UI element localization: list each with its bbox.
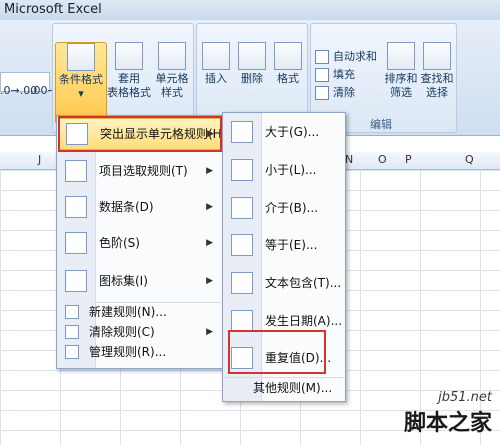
submenu-arrow-icon: ▶	[206, 238, 213, 248]
cell-style-icon	[158, 42, 186, 70]
greater-than-icon	[231, 121, 253, 143]
menu-clear-rules[interactable]: 清除规则(C) ▶	[59, 322, 219, 342]
cell-style-button[interactable]: 单元格 样式	[152, 42, 192, 100]
format-icon	[274, 42, 302, 70]
clear-button[interactable]: 清除	[315, 84, 355, 100]
insert-button[interactable]: 插入	[199, 42, 233, 86]
top-bottom-icon	[65, 160, 87, 182]
column-header-j[interactable]: J	[38, 153, 41, 166]
sigma-icon	[315, 50, 329, 64]
eraser-icon	[315, 86, 329, 100]
find-select-button[interactable]: 查找和 选择	[420, 42, 454, 100]
column-header-n[interactable]: N	[345, 153, 353, 166]
conditional-format-icon	[67, 43, 95, 71]
autosum-button[interactable]: 自动求和	[315, 48, 377, 64]
table-format-icon	[115, 42, 143, 70]
submenu-text-contains[interactable]: 文本包含(T)...	[225, 268, 343, 298]
highlight-rules-callout	[58, 116, 222, 152]
new-rule-icon	[65, 305, 79, 319]
clear-rules-icon	[65, 325, 79, 339]
menu-top-bottom-rules[interactable]: 项目选取规则(T) ▶	[59, 156, 219, 186]
between-icon	[231, 197, 253, 219]
column-header-q[interactable]: Q	[465, 153, 474, 166]
equal-to-icon	[231, 234, 253, 256]
submenu-greater-than[interactable]: 大于(G)...	[225, 117, 343, 147]
menu-color-scales[interactable]: 色阶(S) ▶	[59, 228, 219, 258]
data-bars-icon	[65, 196, 87, 218]
title-bar: Microsoft Excel	[0, 0, 500, 21]
table-format-button[interactable]: 套用 表格格式	[107, 42, 151, 100]
editing-caption: 编辑	[370, 118, 392, 131]
menu-manage-rules[interactable]: 管理规则(R)...	[59, 342, 219, 362]
column-header-o[interactable]: O	[378, 153, 387, 166]
fill-icon	[315, 68, 329, 82]
submenu-arrow-icon: ▶	[206, 202, 213, 212]
sort-icon	[387, 42, 415, 70]
submenu-more-rules[interactable]: 其他规则(M)...	[225, 377, 343, 399]
submenu-between[interactable]: 介于(B)...	[225, 193, 343, 223]
menu-data-bars[interactable]: 数据条(D) ▶	[59, 192, 219, 222]
column-header-p[interactable]: P	[405, 153, 412, 166]
manage-rules-icon	[65, 345, 79, 359]
conditional-format-button[interactable]: 条件格式 ▾	[55, 42, 107, 124]
insert-icon	[202, 42, 230, 70]
submenu-arrow-icon: ▶	[206, 327, 213, 337]
window-title: Microsoft Excel	[4, 2, 102, 17]
conditional-format-menu: 突出显示单元格规则(H) ▶ 项目选取规则(T) ▶ 数据条(D) ▶ 色阶(S…	[56, 115, 226, 369]
delete-icon	[238, 42, 266, 70]
date-icon	[231, 310, 253, 332]
menu-icon-sets[interactable]: 图标集(I) ▶	[59, 266, 219, 296]
delete-button[interactable]: 删除	[235, 42, 269, 86]
submenu-equal-to[interactable]: 等于(E)...	[225, 230, 343, 260]
text-contains-icon	[231, 272, 253, 294]
menu-new-rule[interactable]: 新建规则(N)...	[59, 302, 219, 322]
binoculars-icon	[423, 42, 451, 70]
duplicate-values-callout	[228, 330, 326, 374]
color-scale-icon	[65, 232, 87, 254]
icon-set-icon	[65, 270, 87, 292]
fill-button[interactable]: 填充	[315, 66, 355, 82]
submenu-less-than[interactable]: 小于(L)...	[225, 155, 343, 185]
submenu-arrow-icon: ▶	[206, 166, 213, 176]
sort-filter-button[interactable]: 排序和 筛选	[383, 42, 419, 100]
submenu-arrow-icon: ▶	[206, 276, 213, 286]
watermark: jb51.net 脚本之家	[403, 390, 492, 436]
less-than-icon	[231, 159, 253, 181]
format-button[interactable]: 格式	[271, 42, 305, 86]
